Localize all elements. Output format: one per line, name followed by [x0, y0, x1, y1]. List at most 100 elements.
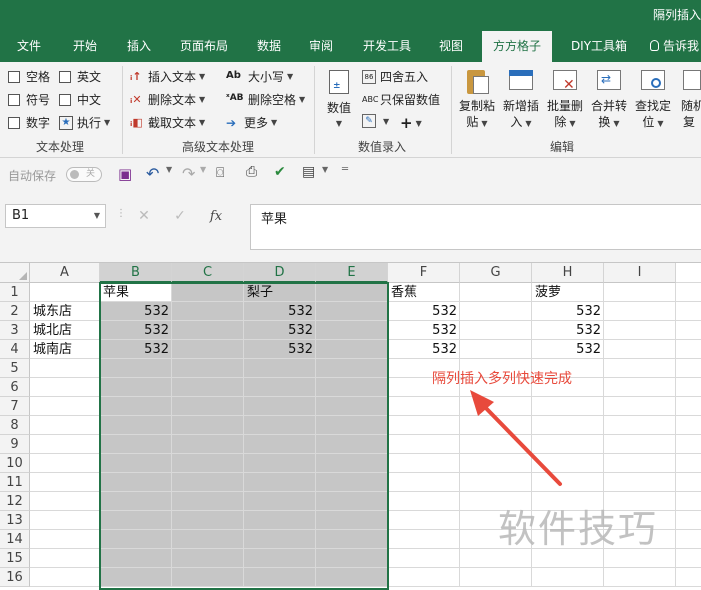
- find-locate-button[interactable]: 查找定 位 ▼: [631, 66, 675, 132]
- column-header-e[interactable]: E: [316, 263, 388, 283]
- chevron-down-icon: ▼: [335, 119, 343, 128]
- row-header-13[interactable]: 13: [0, 511, 30, 530]
- chevron-down-icon[interactable]: ▼: [200, 165, 206, 174]
- column-header-i[interactable]: I: [604, 263, 676, 283]
- redo-icon[interactable]: ↷: [182, 164, 195, 183]
- value-button[interactable]: ± 数值 ▼: [322, 68, 356, 132]
- group-label-text-processing: 文本处理: [36, 140, 85, 154]
- formula-input[interactable]: 苹果: [250, 204, 701, 250]
- row-header-15[interactable]: 15: [0, 549, 30, 568]
- delete-text-icon: ᵢ✕: [130, 92, 142, 106]
- copy-paste-button[interactable]: 复制粘 贴 ▼: [455, 66, 499, 132]
- row-header-4[interactable]: 4: [0, 340, 30, 359]
- more-button[interactable]: ➔ 更多 ▼: [226, 114, 277, 131]
- cell-f3[interactable]: 532: [388, 321, 460, 340]
- column-header-c[interactable]: C: [172, 263, 244, 283]
- cell-a2[interactable]: 城东店: [30, 302, 100, 321]
- undo-icon[interactable]: ↶: [146, 164, 159, 183]
- random-repeat-button[interactable]: 随机 复: [675, 66, 701, 130]
- cell-f4[interactable]: 532: [388, 340, 460, 359]
- customize-icon[interactable]: ═: [342, 164, 348, 175]
- name-box[interactable]: B1 ▼: [5, 204, 106, 228]
- add-dropdown-button[interactable]: + ▼: [400, 114, 422, 132]
- row-header-1[interactable]: 1: [0, 283, 30, 302]
- tab-tell-me[interactable]: 告诉我: [650, 31, 701, 62]
- round-button[interactable]: 86 四舍五入: [362, 68, 428, 85]
- remove-spaces-button[interactable]: ˣAB 删除空格 ▼: [226, 91, 305, 108]
- add-insert-button[interactable]: 新增插 入 ▼: [499, 66, 543, 132]
- checkbox-space[interactable]: 空格: [8, 68, 50, 85]
- tab-home[interactable]: 开始: [62, 31, 108, 62]
- checkbox-chinese[interactable]: 中文: [59, 91, 101, 108]
- cancel-icon[interactable]: ✕: [126, 208, 162, 224]
- edit-dropdown-button[interactable]: ✎ ▼: [362, 114, 389, 128]
- clipboard-icon: [463, 66, 491, 96]
- cell-h1[interactable]: 菠萝: [532, 283, 604, 302]
- row-header-8[interactable]: 8: [0, 416, 30, 435]
- row-header-12[interactable]: 12: [0, 492, 30, 511]
- cell-h2[interactable]: 532: [532, 302, 604, 321]
- tab-diy-toolbox[interactable]: DIY工具箱: [560, 31, 638, 62]
- case-button[interactable]: Ab 大小写 ▼: [226, 68, 293, 85]
- chevron-down-icon[interactable]: ▼: [166, 165, 172, 174]
- row-header-9[interactable]: 9: [0, 435, 30, 454]
- row-header-7[interactable]: 7: [0, 397, 30, 416]
- extract-text-button[interactable]: ᵢ◧ 截取文本 ▼: [130, 114, 205, 131]
- keep-values-button[interactable]: ABC 只保留数值: [362, 91, 440, 108]
- camera-icon[interactable]: ⌼: [216, 165, 224, 181]
- tab-developer[interactable]: 开发工具: [352, 31, 422, 62]
- formula-bar: B1 ▼ ⋮ ✕ ✓ fx 苹果: [0, 192, 701, 262]
- row-header-11[interactable]: 11: [0, 473, 30, 492]
- insert-function-icon[interactable]: fx: [198, 209, 234, 224]
- column-header-g[interactable]: G: [460, 263, 532, 283]
- cell-a4[interactable]: 城南店: [30, 340, 100, 359]
- row-header-14[interactable]: 14: [0, 530, 30, 549]
- batch-delete-button[interactable]: ✕ 批量删 除 ▼: [543, 66, 587, 132]
- row-header-16[interactable]: 16: [0, 568, 30, 587]
- cell-h4[interactable]: 532: [532, 340, 604, 359]
- tab-review[interactable]: 审阅: [298, 31, 344, 62]
- select-all-corner[interactable]: [0, 263, 30, 283]
- tab-fangfang[interactable]: 方方格子: [482, 31, 552, 62]
- column-header-f[interactable]: F: [388, 263, 460, 283]
- autosave-toggle[interactable]: 关: [66, 167, 102, 182]
- confirm-icon[interactable]: ✓: [162, 208, 198, 224]
- group-divider: [451, 66, 452, 154]
- checkbox-english[interactable]: 英文: [59, 68, 101, 85]
- annotation-arrow: [470, 390, 562, 486]
- row-header-5[interactable]: 5: [0, 359, 30, 378]
- cell-f2[interactable]: 532: [388, 302, 460, 321]
- save-icon[interactable]: ▣: [118, 165, 132, 183]
- cell-f1[interactable]: 香蕉: [388, 283, 460, 302]
- checkbox-symbol[interactable]: 符号: [8, 91, 50, 108]
- tab-insert[interactable]: 插入: [116, 31, 162, 62]
- tab-data[interactable]: 数据: [246, 31, 292, 62]
- checkbox-number[interactable]: 数字: [8, 114, 50, 131]
- row-header-10[interactable]: 10: [0, 454, 30, 473]
- tab-page-layout[interactable]: 页面布局: [170, 31, 238, 62]
- column-header-d[interactable]: D: [244, 263, 316, 283]
- chevron-down-icon: ▼: [569, 119, 576, 128]
- row-header-3[interactable]: 3: [0, 321, 30, 340]
- column-header-h[interactable]: H: [532, 263, 604, 283]
- tab-file[interactable]: 文件: [6, 31, 52, 62]
- drag-handle-icon[interactable]: ⋮: [116, 208, 126, 219]
- ribbon-tabs: 文件 开始 插入 页面布局 数据 审阅 开发工具 视图 方方格子 DIY工具箱 …: [0, 31, 701, 62]
- check-icon[interactable]: ✔: [274, 164, 286, 180]
- merge-convert-button[interactable]: ⇄ 合并转 换 ▼: [587, 66, 631, 132]
- tab-view[interactable]: 视图: [428, 31, 474, 62]
- column-header-a[interactable]: A: [30, 263, 100, 283]
- row-header-6[interactable]: 6: [0, 378, 30, 397]
- insert-text-button[interactable]: ᵢ↑ 插入文本 ▼: [130, 68, 205, 85]
- cell-h3[interactable]: 532: [532, 321, 604, 340]
- chevron-down-icon: ▼: [199, 118, 206, 127]
- delete-text-button[interactable]: ᵢ✕ 删除文本 ▼: [130, 91, 205, 108]
- column-header-b[interactable]: B: [100, 263, 172, 283]
- cell-a3[interactable]: 城北店: [30, 321, 100, 340]
- round-icon: 86: [362, 69, 376, 84]
- form-icon[interactable]: ▤: [302, 164, 315, 180]
- row-header-2[interactable]: 2: [0, 302, 30, 321]
- print-preview-icon[interactable]: ⎙: [246, 164, 257, 180]
- execute-button[interactable]: ★ 执行 ▼: [59, 114, 110, 131]
- chevron-down-icon[interactable]: ▼: [322, 165, 328, 174]
